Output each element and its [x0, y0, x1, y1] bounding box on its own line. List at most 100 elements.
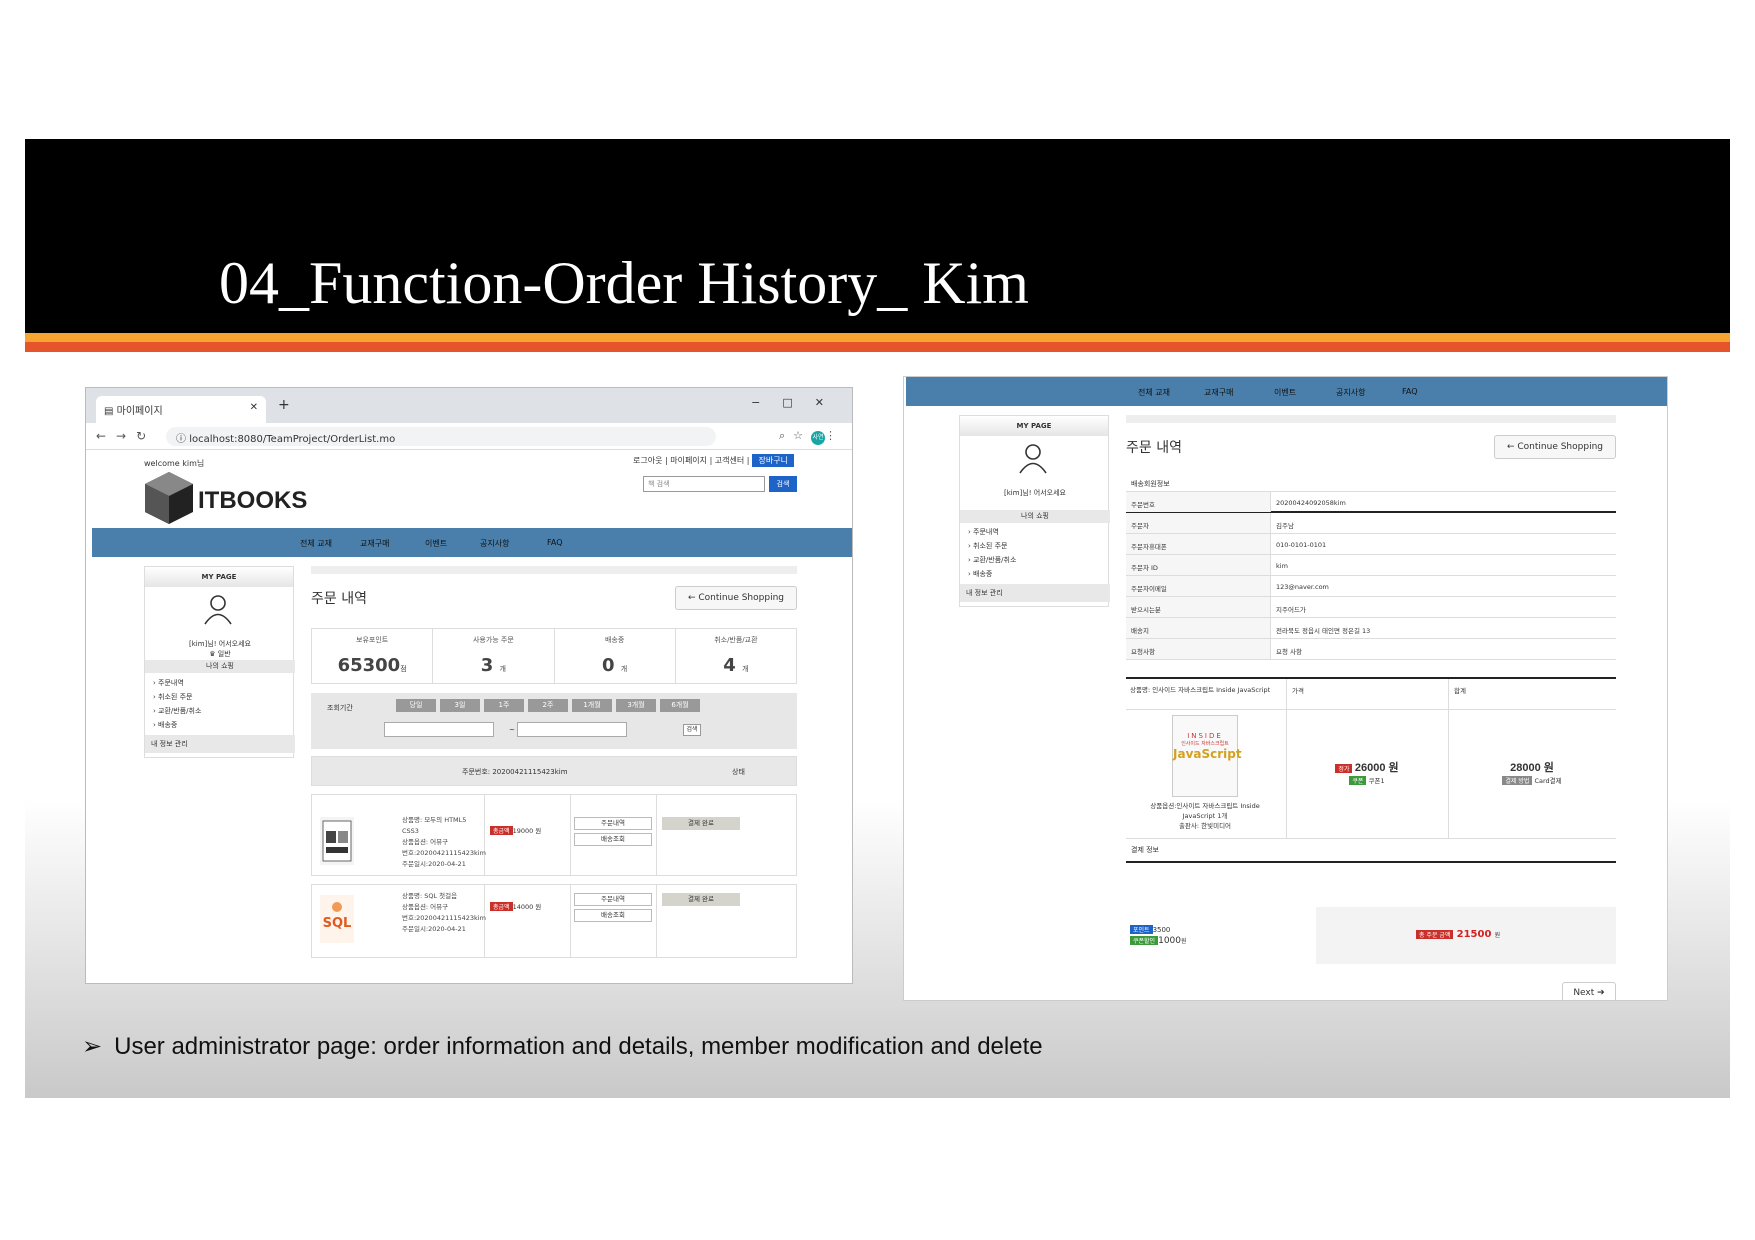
amount-text: 14000 원: [512, 903, 542, 911]
status-badge: 결제 완료: [662, 893, 740, 906]
book-cover-html5[interactable]: [320, 817, 354, 865]
total-value: 28000 원: [1510, 762, 1554, 774]
shipping-info-table: 주문번호 20200424092058kim 주문자 김주남 주문자휴대폰 010-0…: [1126, 491, 1616, 660]
table-row: 주문자 ID kim: [1126, 555, 1616, 576]
desc-line: 상품옵션: 어뮤구: [402, 838, 449, 846]
period-2w-button[interactable]: 2주: [528, 699, 568, 712]
start-date-input[interactable]: [384, 722, 494, 737]
period-3d-button[interactable]: 3일: [440, 699, 480, 712]
cover-sub-text: 인사이드 자바스크립트: [1181, 741, 1229, 747]
nav-event[interactable]: 이벤트: [425, 538, 447, 549]
coupon-line: 쿠폰할인 1000원: [1130, 936, 1187, 946]
main-nav: 전체 교재 교재구매 이벤트 공지사항 FAQ: [906, 377, 1667, 406]
point-badge: 포인트: [1130, 925, 1153, 934]
desc-line: CSS3: [402, 827, 419, 835]
avatar[interactable]: 사연: [811, 431, 825, 445]
nav-notice[interactable]: 공지사항: [480, 538, 509, 549]
order-detail-button[interactable]: 주문내역: [574, 817, 652, 830]
row-value: 20200424092058kim: [1276, 499, 1346, 507]
continue-shopping-button[interactable]: ← Continue Shopping: [675, 586, 797, 610]
total-cell: 28000 원 결제 방법 Card결제: [1448, 759, 1616, 785]
continue-shopping-button[interactable]: ← Continue Shopping: [1494, 435, 1616, 459]
period-today-button[interactable]: 당일: [396, 699, 436, 712]
nav-buy[interactable]: 교재구매: [360, 538, 389, 549]
nav-all-books[interactable]: 전체 교재: [1138, 387, 1170, 398]
period-1w-button[interactable]: 1주: [484, 699, 524, 712]
tab-close-icon[interactable]: ✕: [250, 402, 258, 413]
cart-button[interactable]: 장바구니: [752, 454, 794, 467]
sidebar-item-label: 교환/반품/취소: [158, 707, 202, 715]
track-delivery-button[interactable]: 배송조회: [574, 833, 652, 846]
cover-title-text: JavaScript: [1173, 747, 1242, 761]
cover-top-text: INSIDE: [1187, 732, 1223, 740]
sidebar-item-orders[interactable]: › 주문내역: [153, 676, 201, 690]
sidebar-item-orders[interactable]: › 주문내역: [968, 525, 1016, 539]
top-links: 로그아웃 | 마이페이지 | 고객센터 | 장바구니: [633, 454, 794, 467]
section-title: 배송회원정보: [1131, 480, 1170, 488]
end-date-input[interactable]: [517, 722, 627, 737]
book-search-input[interactable]: 책 검색: [643, 476, 765, 492]
grade-text: ♛ 일반: [209, 650, 231, 658]
main-nav: 전체 교재 교재구매 이벤트 공지사항 FAQ: [92, 528, 852, 557]
book-cover-inside-js[interactable]: INSIDE 인사이드 자바스크립트 JavaScript: [1172, 715, 1242, 797]
arrow-left-icon: ←: [1506, 442, 1518, 452]
top-links-text[interactable]: 로그아웃 | 마이페이지 | 고객센터 |: [633, 456, 749, 465]
order-detail-button[interactable]: 주문내역: [574, 893, 652, 906]
tab-title: 마이페이지: [116, 406, 163, 417]
nav-notice[interactable]: 공지사항: [1336, 387, 1365, 398]
sidebar-item-shipping[interactable]: › 배송중: [968, 567, 1016, 581]
sidebar-item-shipping[interactable]: › 배송중: [153, 718, 201, 732]
orange-stripe: [25, 333, 1730, 342]
nav-faq[interactable]: FAQ: [547, 538, 563, 547]
nav-faq[interactable]: FAQ: [1402, 387, 1418, 396]
url-field[interactable]: ⓘ localhost:8080/TeamProject/OrderList.m…: [166, 427, 716, 446]
points-cell: 포인트 3500 쿠폰할인 1000원: [1126, 907, 1316, 964]
slide-caption: ➢ User administrator page: order informat…: [82, 1032, 1043, 1061]
row-key: 주문자: [1131, 522, 1149, 530]
nav-buy[interactable]: 교재구매: [1204, 387, 1233, 398]
period-6m-button[interactable]: 6개월: [660, 699, 700, 712]
next-button[interactable]: Next ➔: [1562, 982, 1616, 1000]
window-controls[interactable]: −□✕: [751, 396, 846, 409]
row-key: 배송지: [1131, 627, 1149, 635]
sidebar-item-label: 배송중: [158, 721, 178, 729]
row-key: 요청사항: [1131, 648, 1155, 656]
sidebar-item-exchange[interactable]: › 교환/반품/취소: [968, 553, 1016, 567]
table-row: 받으시는분 지주어드가: [1126, 597, 1616, 618]
continue-label: Continue Shopping: [698, 593, 784, 603]
search-button[interactable]: 검색: [769, 476, 797, 492]
order-row: SQL 상품명: SQL 첫걸음 상품옵션: 어뮤구 번호:2020042111…: [311, 884, 797, 958]
bullet-icon: ➢: [82, 1033, 103, 1060]
row-key: 주문번호: [1131, 501, 1155, 509]
stat-unit: 개: [620, 665, 628, 673]
points-line: 포인트 3500: [1130, 925, 1170, 934]
nav-arrows-icon[interactable]: ←→↻: [96, 429, 156, 443]
period-1m-button[interactable]: 1개월: [572, 699, 612, 712]
coupon-text: 쿠폰1: [1368, 777, 1385, 785]
browser-tab[interactable]: ▤ 마이페이지 ✕: [96, 396, 266, 423]
sidebar-item-exchange[interactable]: › 교환/반품/취소: [153, 704, 201, 718]
nav-all-books[interactable]: 전체 교재: [300, 538, 332, 549]
browser-actions[interactable]: ⌕☆사연⋮: [779, 429, 844, 445]
mypage-header: MY PAGE: [960, 416, 1108, 436]
stat-value: 0: [601, 655, 615, 676]
row-value: 123@naver.com: [1276, 583, 1329, 591]
period-search-button[interactable]: 검색: [683, 724, 701, 736]
cell-divider: [656, 795, 657, 875]
sidebar-item-my-info[interactable]: 내 정보 관리: [960, 584, 1110, 602]
row-value: 김주남: [1276, 522, 1294, 530]
price-cell: 정가 26000 원 쿠폰 쿠폰1: [1286, 759, 1448, 785]
nav-event[interactable]: 이벤트: [1274, 387, 1296, 398]
payment-method-text: Card결제: [1534, 777, 1562, 785]
title-band: 04_Function-Order History_ Kim: [25, 139, 1730, 335]
sidebar-item-cancelled[interactable]: › 취소된 주문: [968, 539, 1016, 553]
period-3m-button[interactable]: 3개월: [616, 699, 656, 712]
new-tab-icon[interactable]: +: [278, 397, 290, 413]
sidebar-item-cancelled[interactable]: › 취소된 주문: [153, 690, 201, 704]
sidebar-item-my-info[interactable]: 내 정보 관리: [145, 735, 295, 753]
payment-divider: [1126, 861, 1616, 863]
book-cover-sql[interactable]: SQL: [320, 895, 354, 943]
stat-unit: 점: [400, 665, 407, 673]
table-row: 주문번호 20200424092058kim: [1126, 492, 1616, 513]
track-delivery-button[interactable]: 배송조회: [574, 909, 652, 922]
